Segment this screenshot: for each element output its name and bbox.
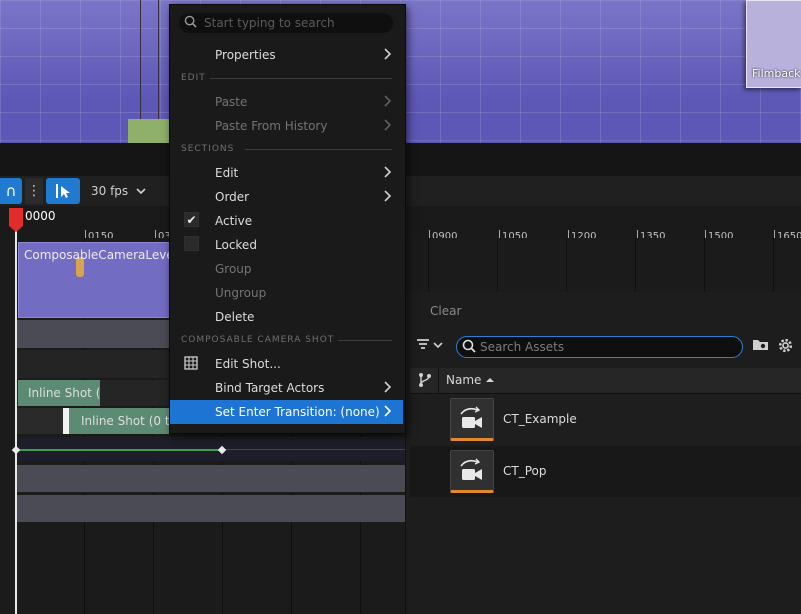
grid-line — [566, 238, 567, 292]
menu-item-label: Delete — [215, 310, 255, 324]
grid-line — [428, 238, 429, 292]
menu-item-locked[interactable]: Locked — [170, 233, 403, 257]
menu-item-label: Ungroup — [215, 286, 267, 300]
menu-item-order[interactable]: Order — [170, 185, 403, 209]
chevron-down-icon — [136, 188, 146, 195]
sort-ascending-icon — [486, 378, 495, 382]
section-divider — [338, 340, 392, 341]
menu-item-group[interactable]: Group — [170, 257, 403, 281]
menu-item-paste[interactable]: Paste — [170, 90, 403, 114]
asset-name: CT_Pop — [503, 464, 547, 478]
gear-icon[interactable] — [777, 337, 794, 354]
chevron-right-icon — [384, 48, 392, 60]
grid-line — [635, 238, 636, 292]
menu-item-label: Paste — [215, 95, 248, 109]
menu-item-label: Edit — [215, 166, 239, 180]
vertical-dots-icon: ⋮ — [27, 183, 41, 199]
name-column-label: Name — [446, 373, 482, 387]
section-divider — [245, 149, 392, 150]
chevron-right-icon — [384, 405, 392, 417]
menu-item-set-enter-transition[interactable]: Set Enter Transition: (none) — [170, 400, 403, 424]
menu-item-label: Group — [215, 262, 252, 276]
frame-rate-dropdown[interactable]: 30 fps — [86, 178, 157, 204]
more-options-button[interactable]: ⋮ — [25, 178, 43, 204]
grid-line — [704, 238, 705, 292]
camera-rig-line — [140, 0, 141, 119]
asset-row[interactable]: CT_Pop — [410, 446, 801, 497]
search-icon — [184, 15, 197, 28]
asset-thumbnail — [450, 398, 494, 441]
track-row[interactable] — [16, 495, 405, 522]
source-control-icon[interactable] — [418, 372, 432, 388]
filter-icon — [417, 339, 443, 349]
menu-item-label: Bind Target Actors — [215, 381, 325, 395]
section-header-sections: SECTIONS — [181, 144, 235, 154]
section-divider — [210, 78, 392, 79]
menu-item-properties[interactable]: Properties — [170, 43, 403, 67]
menu-item-edit[interactable]: Edit — [170, 161, 403, 185]
camera-rig-line — [158, 0, 159, 119]
menu-item-label: Locked — [215, 238, 257, 252]
camera-transition-icon — [460, 406, 482, 428]
inline-shot-section[interactable]: Inline Shot (0 tar — [63, 408, 173, 434]
search-icon — [462, 339, 476, 353]
asset-name: CT_Example — [503, 412, 577, 426]
blend-curve-inactive — [222, 449, 405, 450]
name-column-header[interactable]: Name — [446, 373, 495, 387]
menu-item-ungroup[interactable]: Ungroup — [170, 281, 403, 305]
grid-line — [497, 238, 498, 292]
chevron-right-icon — [384, 166, 392, 178]
inline-shot-section[interactable]: Inline Shot (2 — [18, 380, 100, 406]
grid-line — [773, 238, 774, 292]
filmback-label: Filmback — [752, 67, 801, 80]
chevron-right-icon — [384, 190, 392, 202]
shot-grid-icon — [184, 356, 198, 370]
snap-cursor-icon — [56, 184, 70, 198]
track-area-right[interactable] — [405, 238, 801, 292]
menu-item-label: Paste From History — [215, 119, 328, 133]
section-header-composable-camera-shot: COMPOSABLE CAMERA SHOT — [181, 335, 335, 345]
menu-item-bind-target-actors[interactable]: Bind Target Actors — [170, 376, 403, 400]
menu-item-edit-shot[interactable]: Edit Shot... — [170, 352, 403, 376]
menu-item-label: Set Enter Transition: (none) — [215, 405, 380, 419]
asset-thumbnail — [450, 450, 494, 493]
blend-curve-active — [16, 449, 222, 451]
menu-item-label: Edit Shot... — [215, 357, 281, 371]
clear-button[interactable]: Clear — [430, 304, 461, 318]
menu-item-label: Properties — [215, 48, 276, 62]
search-assets-input[interactable] — [480, 338, 735, 356]
locked-checkbox[interactable] — [184, 236, 199, 251]
menu-item-delete[interactable]: Delete — [170, 305, 403, 329]
snap-magnet-button[interactable]: ∩ — [0, 178, 22, 204]
menu-item-label: Active — [215, 214, 253, 228]
asset-row[interactable]: CT_Example — [410, 394, 801, 445]
menu-item-active[interactable]: ✔ Active — [170, 209, 403, 233]
folder-browse-icon[interactable] — [752, 338, 770, 352]
snap-to-frames-button[interactable] — [46, 178, 80, 204]
frame-rate-label: 30 fps — [91, 184, 129, 198]
active-checkbox[interactable]: ✔ — [184, 212, 199, 227]
column-separator — [438, 368, 439, 393]
track-row[interactable] — [16, 465, 405, 492]
magnet-icon: ∩ — [5, 182, 17, 200]
shot-section-label: ComposableCameraLeve — [24, 248, 174, 262]
playhead-line — [15, 228, 17, 614]
chevron-right-icon — [384, 381, 392, 393]
camera-transition-icon — [460, 458, 482, 480]
menu-item-label: Order — [215, 190, 250, 204]
current-time-label: 0000 — [25, 209, 56, 223]
section-header-edit: EDIT — [181, 73, 206, 83]
filter-dropdown-button[interactable] — [416, 338, 444, 356]
chevron-right-icon — [384, 119, 392, 131]
chevron-right-icon — [384, 95, 392, 107]
menu-item-paste-from-history[interactable]: Paste From History — [170, 114, 403, 138]
menu-search-input[interactable] — [204, 15, 389, 31]
